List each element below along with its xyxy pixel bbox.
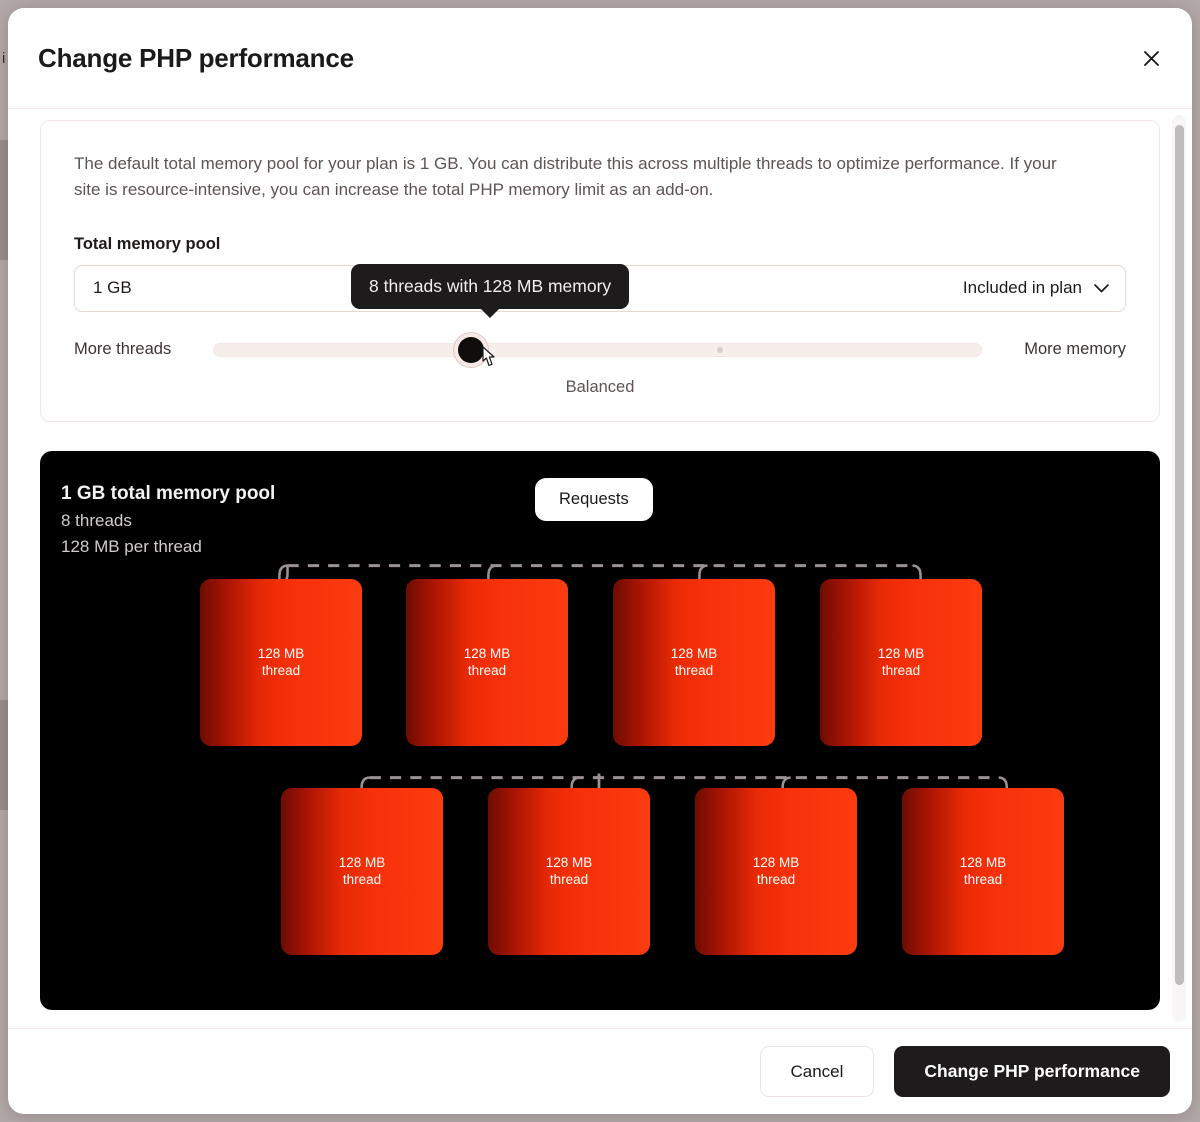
thread-box-kind: thread bbox=[963, 872, 1003, 888]
diagram-thread-count: 8 threads bbox=[61, 510, 132, 530]
thread-box: 128 MB thread bbox=[200, 578, 362, 746]
page-title: Change PHP performance bbox=[38, 42, 354, 73]
requests-badge: Requests bbox=[535, 477, 653, 521]
scrollbar-thumb[interactable] bbox=[1175, 125, 1184, 985]
thread-box-size: 128 MB bbox=[959, 854, 1007, 870]
thread-box-size: 128 MB bbox=[877, 645, 925, 661]
backdrop-edge-text: i bbox=[2, 50, 6, 67]
slider-thumb[interactable] bbox=[457, 336, 484, 363]
chevron-down-icon bbox=[1094, 283, 1109, 293]
modal-footer: Cancel Change PHP performance bbox=[8, 1028, 1192, 1114]
thread-box: 128 MB thread bbox=[613, 578, 775, 746]
thread-box: 128 MB thread bbox=[488, 787, 650, 955]
change-php-performance-modal: Change PHP performance The default total… bbox=[8, 8, 1192, 1114]
thread-box-kind: thread bbox=[261, 663, 301, 679]
slider-tooltip: 8 threads with 128 MB memory bbox=[351, 263, 630, 309]
thread-box-size: 128 MB bbox=[338, 854, 386, 870]
thread-box: 128 MB thread bbox=[695, 787, 857, 955]
total-memory-pool-label: Total memory pool bbox=[74, 234, 221, 253]
total-memory-pool-value: 1 GB bbox=[93, 278, 132, 298]
modal-header: Change PHP performance bbox=[8, 8, 1192, 109]
close-icon[interactable] bbox=[1134, 41, 1168, 75]
change-php-performance-button[interactable]: Change PHP performance bbox=[894, 1046, 1170, 1097]
thread-box-size: 128 MB bbox=[463, 645, 511, 661]
thread-box: 128 MB thread bbox=[902, 787, 1064, 955]
thread-box-kind: thread bbox=[881, 663, 921, 679]
slider-tick-marker bbox=[717, 346, 724, 353]
thread-box-size: 128 MB bbox=[752, 854, 800, 870]
close-glyph bbox=[1143, 50, 1159, 66]
description-text: The default total memory pool for your p… bbox=[74, 154, 1057, 200]
diagram-total-pool: 1 GB total memory pool bbox=[61, 482, 276, 504]
thread-box: 128 MB thread bbox=[820, 578, 982, 746]
performance-slider[interactable] bbox=[213, 336, 983, 366]
scrollbar-track[interactable] bbox=[1172, 115, 1186, 1022]
thread-box-kind: thread bbox=[674, 663, 714, 679]
memory-pool-diagram: 1 GB total memory pool 8 threads 128 MB … bbox=[40, 450, 1160, 1010]
thread-box: 128 MB thread bbox=[406, 578, 568, 746]
thread-box-kind: thread bbox=[342, 872, 382, 888]
slider-mode-label: Balanced bbox=[565, 377, 635, 396]
performance-slider-row: More threads More memory 8 threads with … bbox=[74, 263, 1126, 366]
thread-box-kind: thread bbox=[549, 872, 589, 888]
thread-box-kind: thread bbox=[756, 872, 796, 888]
thread-box-size: 128 MB bbox=[545, 854, 593, 870]
settings-card: The default total memory pool for your p… bbox=[40, 120, 1160, 422]
cancel-button[interactable]: Cancel bbox=[759, 1046, 875, 1097]
modal-scroll-body[interactable]: The default total memory pool for your p… bbox=[8, 109, 1192, 1028]
thread-box-size: 128 MB bbox=[670, 645, 718, 661]
plan-select-value: Included in plan bbox=[962, 278, 1082, 298]
slider-right-label: More memory bbox=[1024, 340, 1126, 359]
thread-box: 128 MB thread bbox=[281, 787, 443, 955]
diagram-stats: 1 GB total memory pool 8 threads 128 MB … bbox=[61, 483, 275, 563]
slider-left-label: More threads bbox=[74, 340, 172, 359]
thread-box-size: 128 MB bbox=[257, 645, 305, 661]
diagram-per-thread: 128 MB per thread bbox=[61, 536, 202, 556]
plan-select-dropdown[interactable]: Included in plan bbox=[963, 278, 1109, 298]
thread-box-kind: thread bbox=[467, 663, 507, 679]
slider-track[interactable] bbox=[213, 342, 983, 357]
